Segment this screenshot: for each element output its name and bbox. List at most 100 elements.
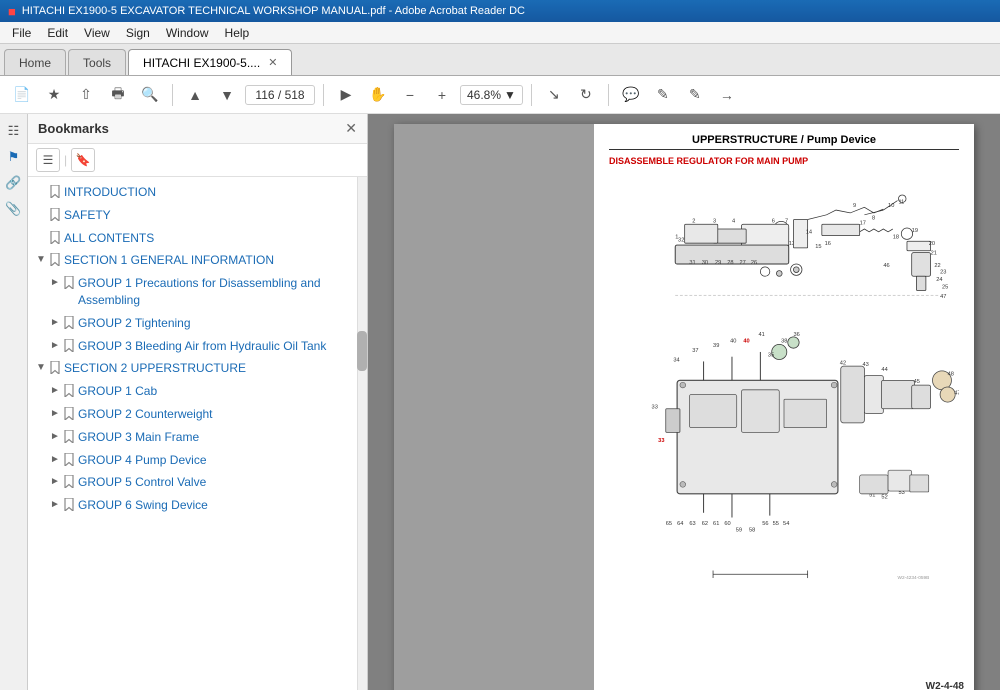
tab-close-button[interactable]: ✕	[268, 56, 277, 69]
bookmark-group-swing[interactable]: ► GROUP 6 Swing Device	[28, 494, 367, 517]
page-section-label: DISASSEMBLE REGULATOR FOR MAIN PUMP	[609, 156, 959, 168]
highlight-button[interactable]: ✎	[681, 81, 709, 109]
svg-text:41: 41	[758, 332, 764, 338]
zoom-in-button[interactable]: +	[428, 81, 456, 109]
svg-text:59: 59	[736, 527, 742, 533]
bookmarks-new-btn[interactable]: 🔖	[71, 148, 95, 172]
mainframe-expand[interactable]: ►	[50, 429, 64, 444]
svg-text:27: 27	[740, 260, 746, 266]
section1-expand[interactable]: ▼	[36, 252, 50, 267]
print-button[interactable]: 🖶	[104, 81, 132, 109]
footer-code: W2-4-48	[926, 681, 964, 690]
svg-text:26: 26	[751, 260, 757, 266]
svg-text:29: 29	[715, 260, 721, 266]
bookmark-group3-label: GROUP 3 Bleeding Air from Hydraulic Oil …	[78, 338, 359, 355]
bookmark-group1[interactable]: ► GROUP 1 Precautions for Disassembling …	[28, 272, 367, 312]
scrollbar-thumb[interactable]	[357, 331, 367, 371]
bookmark-section1[interactable]: ▼ SECTION 1 GENERAL INFORMATION	[28, 249, 367, 272]
fit-page-button[interactable]: ↘	[540, 81, 568, 109]
left-sidebar: ☷ ⚑ 🔗 📎	[0, 114, 28, 690]
bookmark-button[interactable]: ★	[40, 81, 68, 109]
expand-placeholder	[36, 230, 50, 231]
bookmark-group-counterweight[interactable]: ► GROUP 2 Counterweight	[28, 403, 367, 426]
svg-text:62: 62	[702, 521, 708, 527]
counterweight-expand[interactable]: ►	[50, 406, 64, 421]
svg-text:3: 3	[713, 218, 716, 224]
bookmark-group-cab[interactable]: ► GROUP 1 Cab	[28, 380, 367, 403]
svg-text:15: 15	[815, 244, 821, 250]
tab-home[interactable]: Home	[4, 49, 66, 75]
rotate-button[interactable]: ↻	[572, 81, 600, 109]
bookmarks-scrollbar[interactable]	[357, 177, 367, 690]
group3-expand[interactable]: ►	[50, 338, 64, 353]
bookmark-safety[interactable]: SAFETY	[28, 204, 367, 227]
draw-button[interactable]: ✎	[649, 81, 677, 109]
new-button[interactable]: 📄	[8, 81, 36, 109]
sidebar-attachments-btn[interactable]: 📎	[3, 198, 25, 220]
upload-button[interactable]: ⇧	[72, 81, 100, 109]
bookmark-group-control[interactable]: ► GROUP 5 Control Valve	[28, 471, 367, 494]
export-button[interactable]: →	[713, 81, 741, 109]
sidebar-bookmarks-btn[interactable]: ⚑	[3, 146, 25, 168]
bookmark-introduction[interactable]: INTRODUCTION	[28, 181, 367, 204]
bookmarks-close-button[interactable]: ✕	[345, 120, 357, 137]
svg-text:33: 33	[658, 438, 664, 444]
bookmarks-header: Bookmarks ✕	[28, 114, 367, 144]
bookmark-icon	[64, 315, 78, 329]
bookmarks-menu-btn[interactable]: ☰	[36, 148, 60, 172]
menu-view[interactable]: View	[76, 24, 118, 42]
bookmarks-scroll-area: INTRODUCTION SAFETY ALL CONTENTS	[28, 177, 367, 690]
comment-button[interactable]: 💬	[617, 81, 645, 109]
next-page-button[interactable]: ▼	[213, 81, 241, 109]
svg-text:40: 40	[743, 338, 749, 344]
svg-text:55: 55	[773, 521, 779, 527]
page-left-bar	[394, 124, 594, 690]
svg-text:38: 38	[781, 338, 787, 344]
bookmark-icon	[50, 184, 64, 198]
bookmark-group1-label: GROUP 1 Precautions for Disassembling an…	[78, 275, 359, 309]
separator-2	[323, 84, 324, 106]
bookmark-group-mainframe[interactable]: ► GROUP 3 Main Frame	[28, 426, 367, 449]
menu-edit[interactable]: Edit	[39, 24, 76, 42]
main-area: ☷ ⚑ 🔗 📎 Bookmarks ✕ ☰ | 🔖 INTRODUCTIO	[0, 114, 1000, 690]
menu-sign[interactable]: Sign	[118, 24, 158, 42]
expand-placeholder	[36, 184, 50, 185]
bookmark-group3[interactable]: ► GROUP 3 Bleeding Air from Hydraulic Oi…	[28, 335, 367, 358]
zoom-level[interactable]: 46.8% ▼	[460, 85, 523, 105]
svg-text:54: 54	[783, 521, 789, 527]
pump-expand[interactable]: ►	[50, 452, 64, 467]
bookmarks-toolbar: ☰ | 🔖	[28, 144, 367, 177]
menu-help[interactable]: Help	[217, 24, 258, 42]
swing-expand[interactable]: ►	[50, 497, 64, 512]
app-icon: ■	[8, 4, 16, 19]
bookmark-cab-label: GROUP 1 Cab	[78, 383, 359, 400]
sidebar-pages-btn[interactable]: ☷	[3, 120, 25, 142]
svg-text:2: 2	[692, 218, 695, 224]
group2-expand[interactable]: ►	[50, 315, 64, 330]
bookmark-section2[interactable]: ▼ SECTION 2 UPPERSTRUCTURE	[28, 357, 367, 380]
svg-text:21: 21	[931, 250, 937, 256]
search-button[interactable]: 🔍	[136, 81, 164, 109]
bookmark-icon	[64, 429, 78, 443]
menu-window[interactable]: Window	[158, 24, 217, 42]
cab-expand[interactable]: ►	[50, 383, 64, 398]
sidebar-links-btn[interactable]: 🔗	[3, 172, 25, 194]
tab-tools[interactable]: Tools	[68, 49, 126, 75]
bookmark-group2[interactable]: ► GROUP 2 Tightening	[28, 312, 367, 335]
svg-text:44: 44	[881, 367, 887, 373]
select-tool-button[interactable]: ▶	[332, 81, 360, 109]
bookmark-icon	[64, 474, 78, 488]
bookmark-group-pump[interactable]: ► GROUP 4 Pump Device	[28, 449, 367, 472]
prev-page-button[interactable]: ▲	[181, 81, 209, 109]
pdf-viewer[interactable]: UPPERSTRUCTURE / Pump Device DISASSEMBLE…	[368, 114, 1000, 690]
zoom-out-button[interactable]: −	[396, 81, 424, 109]
menu-file[interactable]: File	[4, 24, 39, 42]
hand-tool-button[interactable]: ✋	[364, 81, 392, 109]
group1-expand[interactable]: ►	[50, 275, 64, 290]
section2-expand[interactable]: ▼	[36, 360, 50, 375]
bookmark-all-contents[interactable]: ALL CONTENTS	[28, 227, 367, 250]
svg-text:33: 33	[652, 404, 658, 410]
bookmark-icon	[64, 406, 78, 420]
tab-document[interactable]: HITACHI EX1900-5.... ✕	[128, 49, 292, 75]
control-expand[interactable]: ►	[50, 474, 64, 489]
